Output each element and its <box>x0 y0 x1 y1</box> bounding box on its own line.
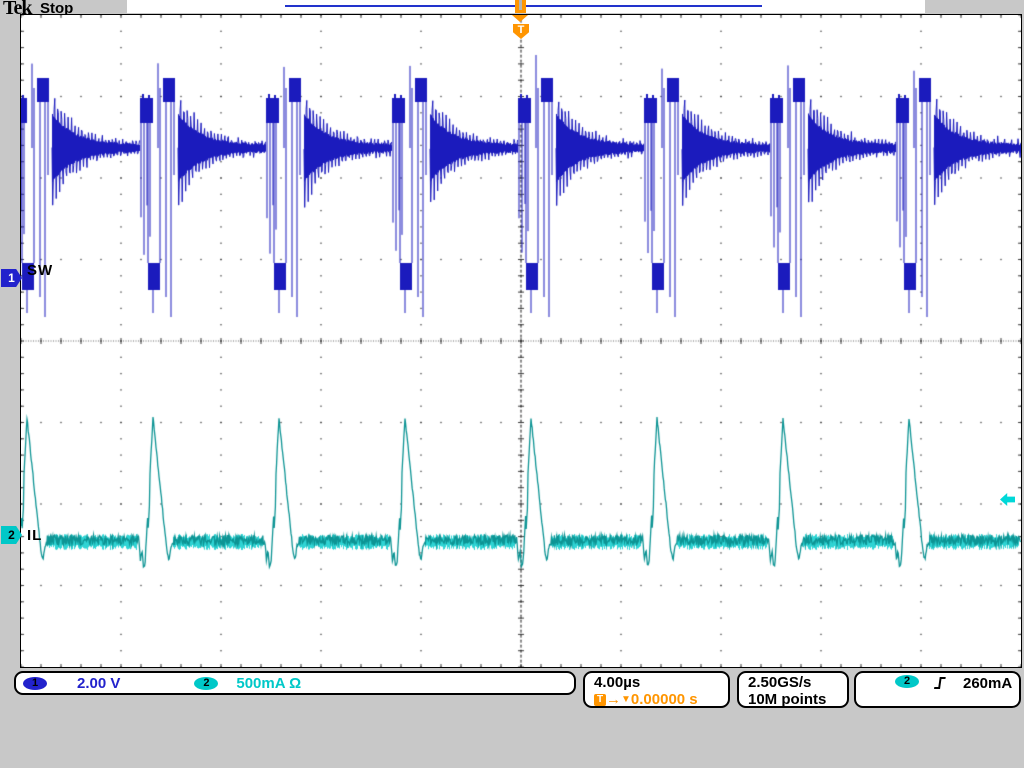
trigger-level-readout: 260mA <box>963 675 1012 692</box>
channel2-signal-label: IL <box>27 527 42 544</box>
channel1-signal-label: SW <box>27 262 53 279</box>
channel2-position-marker[interactable]: 2 <box>1 526 22 544</box>
record-length-readout: 10M points <box>748 691 847 708</box>
sample-rate-readout: 2.50GS/s <box>748 674 847 691</box>
trigger-position-value: 0.00000 s <box>631 691 698 708</box>
trigger-position-readout: T→▼0.00000 s <box>594 692 728 707</box>
trigger-marker-icon: ▼ <box>621 694 631 705</box>
trigger-source-badge: 2 <box>895 675 919 688</box>
record-trigger-slot <box>519 0 522 10</box>
trigger-t-icon: T <box>594 694 606 706</box>
trigger-readout-box: 2 260mA <box>854 671 1021 708</box>
oscilloscope-screen: Tek Stop T 1 2 SW IL 1 2.00 V 2 500mA Ω … <box>0 0 1024 768</box>
channel1-badge: 1 <box>23 677 47 690</box>
trigger-arrow-icon: → <box>606 691 621 708</box>
channel1-scale-readout: 2.00 V <box>77 675 120 692</box>
record-trigger-position-marker[interactable] <box>515 0 526 13</box>
timebase-readout-box: 4.00µs T→▼0.00000 s <box>583 671 730 708</box>
trigger-position-arrow-icon <box>512 15 528 22</box>
waveform-display <box>21 15 1021 667</box>
record-view-bar <box>127 0 925 13</box>
rising-edge-icon <box>933 675 947 696</box>
acquisition-readout-box: 2.50GS/s 10M points <box>737 671 849 708</box>
channel1-position-marker[interactable]: 1 <box>1 269 22 287</box>
timebase-readout: 4.00µs <box>594 674 728 691</box>
channel2-badge: 2 <box>194 677 218 690</box>
channel-readout-box: 1 2.00 V 2 500mA Ω <box>14 671 576 695</box>
graticule-area <box>20 14 1022 668</box>
channel2-scale-readout: 500mA Ω <box>236 675 301 692</box>
